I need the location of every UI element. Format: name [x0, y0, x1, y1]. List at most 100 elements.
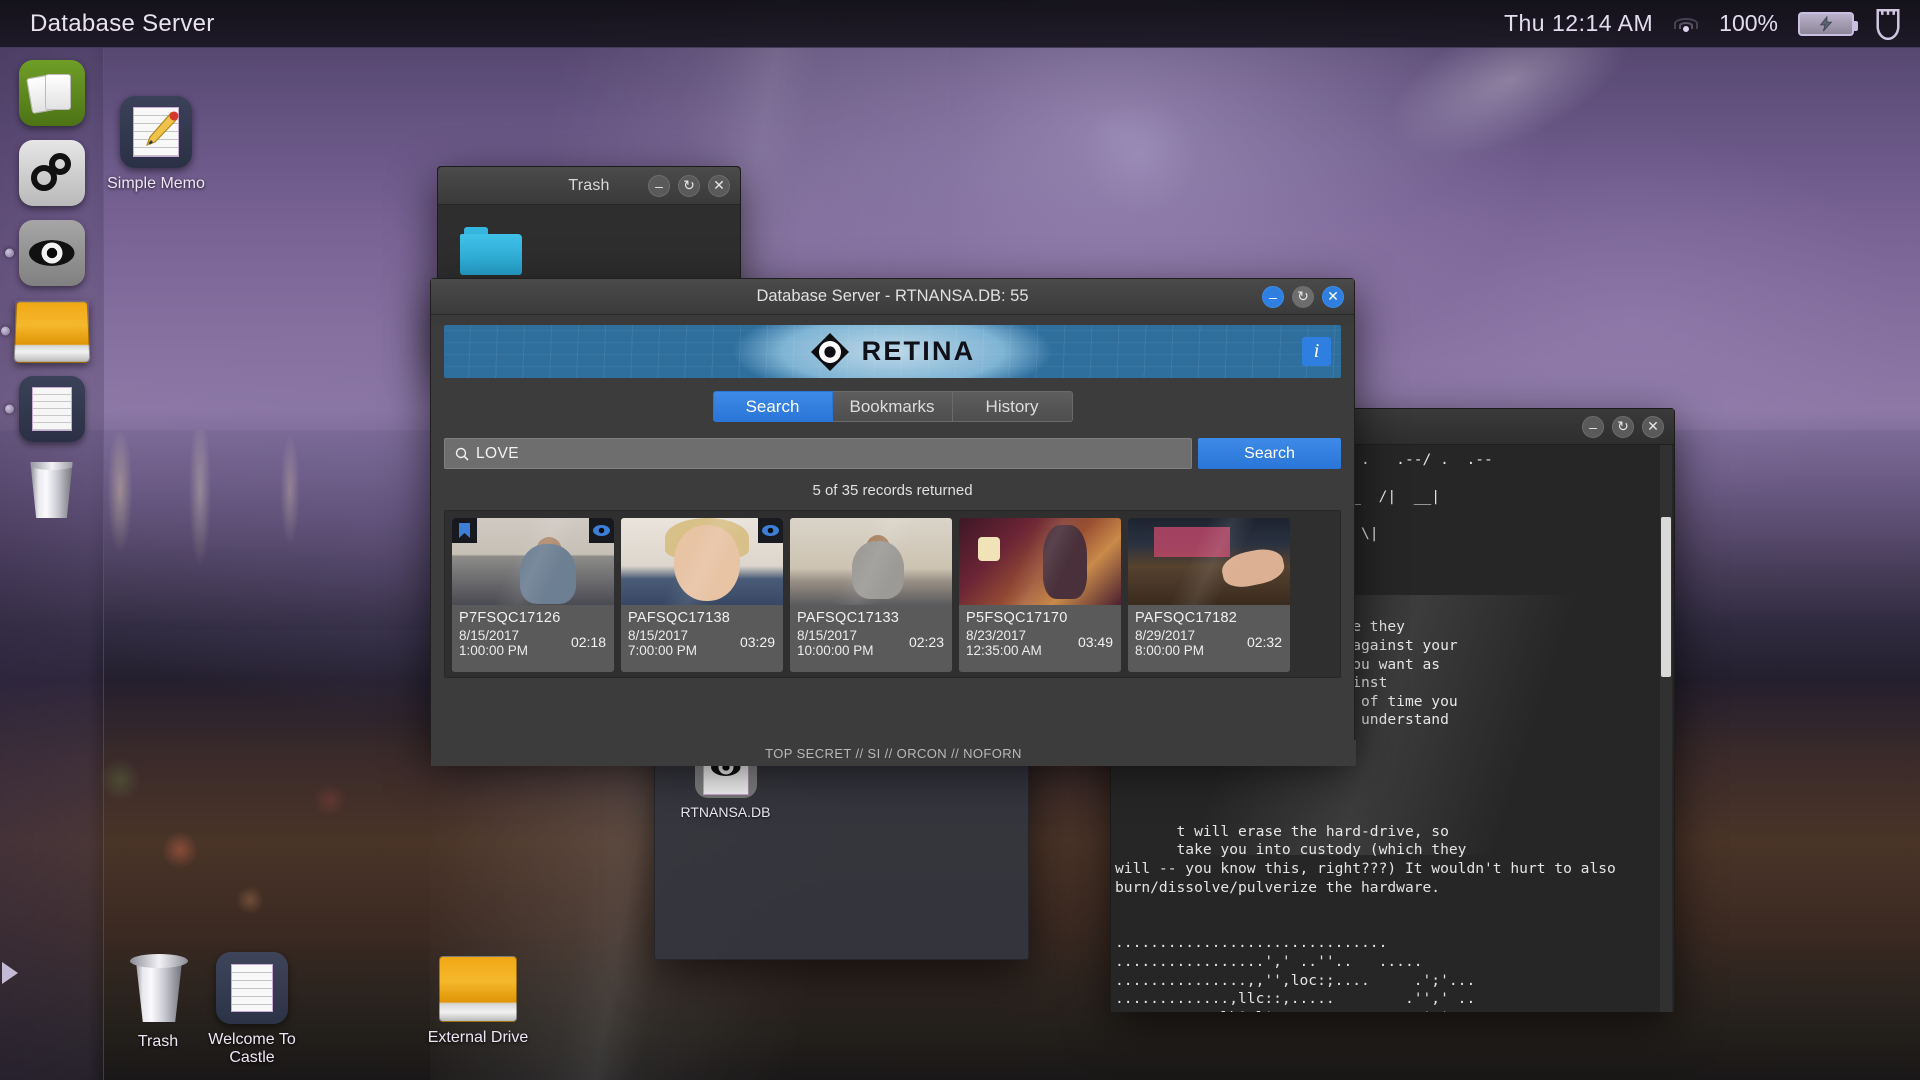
- result-duration: 03:29: [739, 634, 775, 650]
- text-viewer-scrollbar[interactable]: [1660, 445, 1672, 1012]
- notepad-icon: [31, 387, 72, 431]
- desktop-icon-label: Trash: [137, 1033, 179, 1050]
- close-button[interactable]: ✕: [708, 174, 730, 197]
- battery-charging-icon[interactable]: [1798, 11, 1858, 36]
- dock-item-solitaire[interactable]: [18, 60, 85, 126]
- shield-icon[interactable]: [1874, 8, 1902, 40]
- viewed-eye-icon[interactable]: [758, 518, 783, 543]
- result-id: P5FSQC17170: [966, 610, 1068, 626]
- desktop-icon-external-drive[interactable]: External Drive: [412, 956, 544, 1047]
- trash-can-icon: [122, 952, 194, 1026]
- trash-window-titlebar[interactable]: Trash – ↻ ✕: [438, 167, 740, 205]
- result-id: PAFSQC17133: [797, 610, 900, 626]
- dock-item-notes[interactable]: [4, 376, 85, 442]
- desktop-icon-label: External Drive: [427, 1029, 529, 1046]
- trash-can-icon: [30, 462, 73, 518]
- hard-drive-icon: [439, 956, 517, 1022]
- close-button[interactable]: ✕: [1322, 285, 1344, 308]
- search-button[interactable]: Search: [1198, 438, 1341, 469]
- maximize-button[interactable]: ↻: [678, 174, 700, 197]
- retina-brand-banner: RETINA i: [444, 325, 1341, 378]
- blue-folder-icon[interactable]: [460, 227, 522, 275]
- trash-window-controls: – ↻ ✕: [648, 174, 730, 197]
- dock-item-external-drive[interactable]: [0, 300, 90, 363]
- desktop-icon-label: Welcome To Castle: [208, 1031, 296, 1067]
- result-card[interactable]: P5FSQC17170 8/23/2017 12:35:00 AM 03:49: [959, 518, 1121, 672]
- dock-item-retina[interactable]: [4, 220, 85, 286]
- trash-window-title: Trash: [568, 176, 610, 194]
- wallpaper-lens-flare-secondary: [1080, 95, 1200, 215]
- result-card[interactable]: P7FSQC17126 8/15/2017 1:00:00 PM 02:18: [452, 518, 614, 672]
- database-search-row: LOVE Search: [444, 438, 1341, 469]
- info-button[interactable]: i: [1302, 337, 1331, 366]
- result-thumbnail[interactable]: [1128, 518, 1290, 605]
- dock-running-indicator: [4, 248, 14, 258]
- tab-bookmarks[interactable]: Bookmarks: [832, 391, 953, 422]
- result-thumbnail[interactable]: [790, 518, 952, 605]
- search-results-grid: P7FSQC17126 8/15/2017 1:00:00 PM 02:18 P…: [444, 510, 1341, 678]
- dock-expand-arrow-icon[interactable]: [2, 962, 18, 984]
- result-metadata: PAFSQC17138 8/15/2017 7:00:00 PM 03:29: [621, 605, 783, 672]
- notepad-icon: [216, 952, 288, 1024]
- database-window-content: RETINA i Search Bookmarks History LOVE S…: [431, 325, 1356, 766]
- database-tab-bar: Search Bookmarks History: [431, 391, 1354, 422]
- file-item-label: RTNANSA.DB: [680, 804, 771, 820]
- scrollbar-thumb[interactable]: [1661, 517, 1671, 677]
- result-metadata: P7FSQC17126 8/15/2017 1:00:00 PM 02:18: [452, 605, 614, 672]
- database-window-controls: – ↻ ✕: [1262, 285, 1344, 308]
- menubar-app-title[interactable]: Database Server: [30, 10, 215, 38]
- gears-icon: [27, 149, 77, 198]
- result-card[interactable]: PAFSQC17182 8/29/2017 8:00:00 PM 02:32: [1128, 518, 1290, 672]
- result-duration: 02:18: [570, 634, 606, 650]
- result-thumbnail[interactable]: [959, 518, 1121, 605]
- result-metadata: PAFSQC17133 8/15/2017 10:00:00 PM 02:23: [790, 605, 952, 672]
- wifi-icon[interactable]: [1673, 15, 1699, 33]
- result-id: P7FSQC17126: [459, 610, 561, 626]
- classification-banner: TOP SECRET // SI // ORCON // NOFORN: [431, 740, 1356, 766]
- minimize-button[interactable]: –: [1582, 415, 1604, 438]
- search-input[interactable]: LOVE: [444, 438, 1192, 469]
- result-id: PAFSQC17138: [628, 610, 731, 626]
- hard-drive-icon: [13, 301, 90, 363]
- desktop-icon-label: Simple Memo: [107, 175, 205, 192]
- dock-running-indicator: [4, 404, 14, 414]
- result-card[interactable]: PAFSQC17133 8/15/2017 10:00:00 PM 02:23: [790, 518, 952, 672]
- dock-item-settings[interactable]: [18, 140, 85, 206]
- memo-pencil-icon: [120, 96, 192, 168]
- result-metadata: PAFSQC17182 8/29/2017 8:00:00 PM 02:32: [1128, 605, 1290, 672]
- search-magnifier-icon: [455, 447, 469, 461]
- search-input-value: LOVE: [476, 444, 519, 462]
- result-metadata: P5FSQC17170 8/23/2017 12:35:00 AM 03:49: [959, 605, 1121, 672]
- dock: [0, 48, 104, 1080]
- text-viewer-controls: – ↻ ✕: [1582, 415, 1664, 438]
- maximize-button[interactable]: ↻: [1612, 415, 1634, 438]
- database-window-titlebar[interactable]: Database Server - RTNANSA.DB: 55 – ↻ ✕: [431, 279, 1354, 315]
- banner-logo-group: RETINA: [444, 325, 1341, 378]
- menubar-status-area: Thu 12:14 AM 100%: [1504, 8, 1902, 40]
- minimize-button[interactable]: –: [1262, 285, 1284, 308]
- menu-bar: Database Server Thu 12:14 AM 100%: [0, 0, 1920, 48]
- eye-logo-icon: [810, 332, 849, 371]
- tab-search[interactable]: Search: [712, 391, 833, 422]
- result-duration: 03:49: [1077, 634, 1113, 650]
- eye-icon: [28, 240, 75, 266]
- result-id: PAFSQC17182: [1135, 610, 1238, 626]
- minimize-button[interactable]: –: [648, 174, 670, 197]
- menubar-battery-percent: 100%: [1719, 10, 1778, 36]
- record-count-label: 5 of 35 records returned: [812, 482, 973, 499]
- result-thumbnail[interactable]: [452, 518, 614, 605]
- result-card[interactable]: PAFSQC17138 8/15/2017 7:00:00 PM 03:29: [621, 518, 783, 672]
- retina-brand-text: RETINA: [861, 336, 976, 366]
- menubar-clock[interactable]: Thu 12:14 AM: [1504, 10, 1653, 37]
- maximize-button[interactable]: ↻: [1292, 285, 1314, 308]
- tab-history[interactable]: History: [952, 391, 1073, 422]
- bookmark-icon[interactable]: [452, 518, 477, 543]
- close-button[interactable]: ✕: [1642, 415, 1664, 438]
- dock-item-trash[interactable]: [24, 456, 80, 520]
- viewed-eye-icon[interactable]: [589, 518, 614, 543]
- result-duration: 02:23: [908, 634, 944, 650]
- desktop-icon-simple-memo[interactable]: Simple Memo: [90, 96, 222, 193]
- result-thumbnail[interactable]: [621, 518, 783, 605]
- result-duration: 02:32: [1246, 634, 1282, 650]
- desktop-icon-welcome-to-castle[interactable]: Welcome To Castle: [186, 952, 318, 1068]
